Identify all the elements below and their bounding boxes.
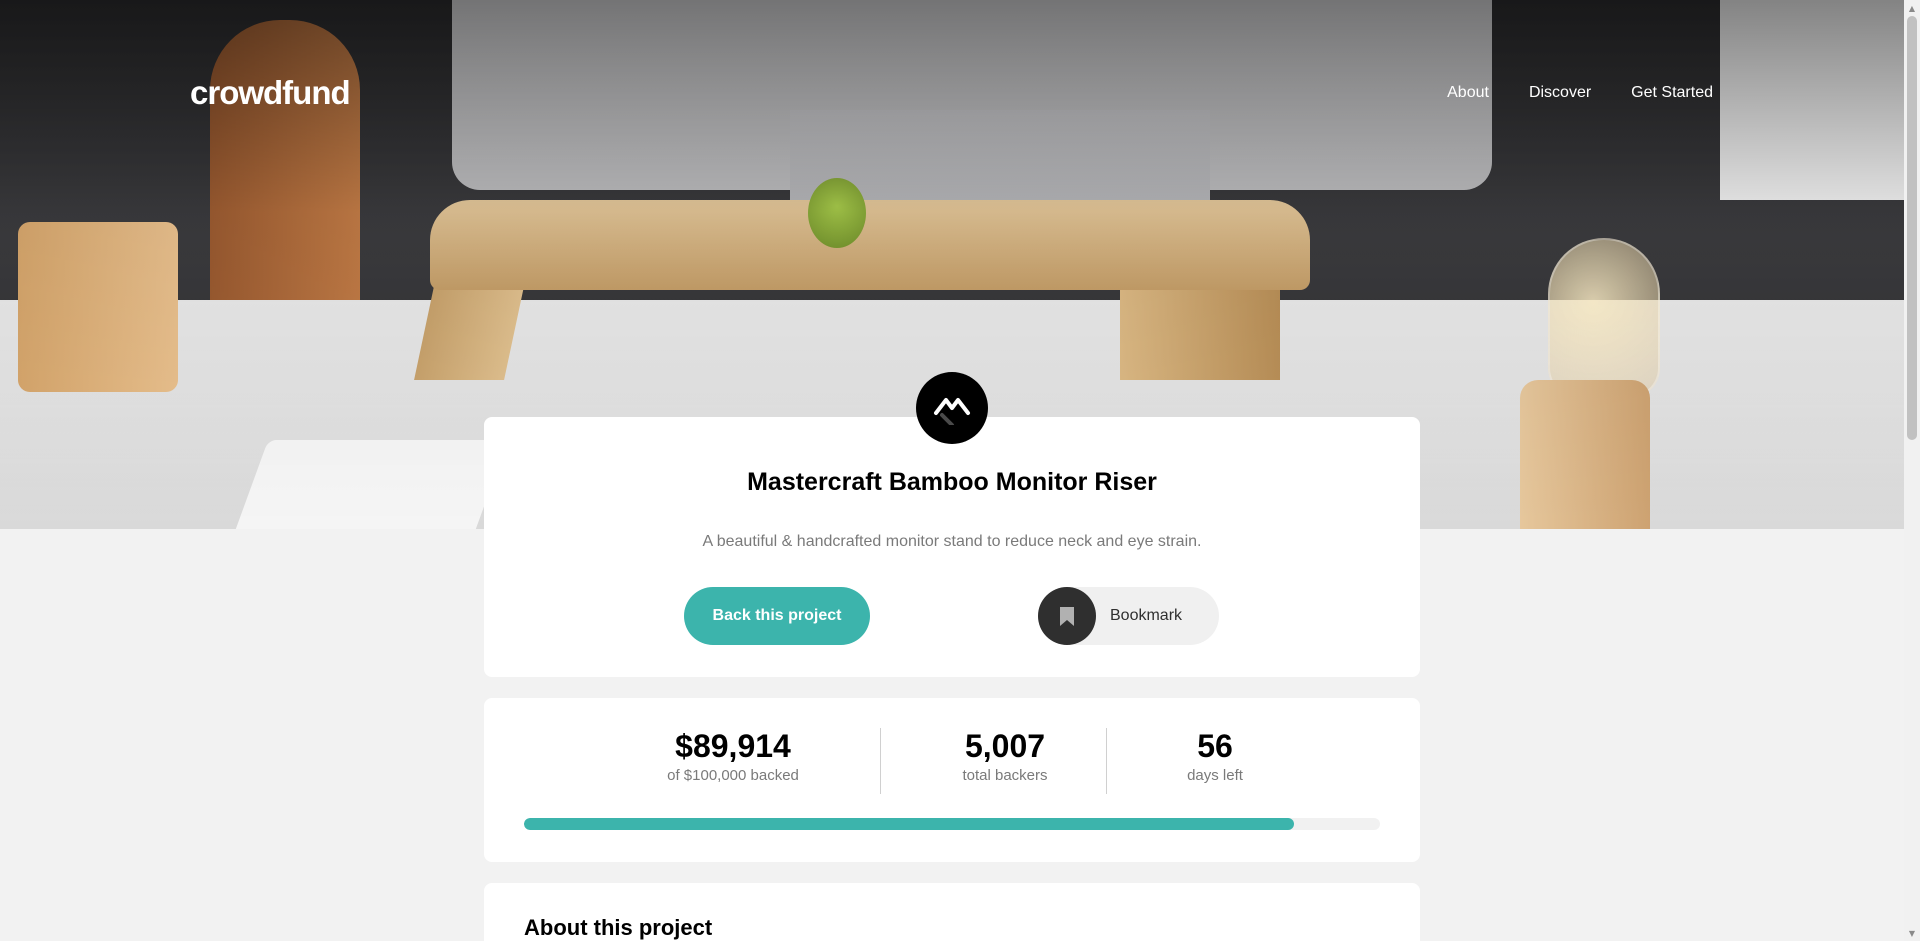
- bookmark-label: Bookmark: [1110, 607, 1183, 624]
- project-title: Mastercraft Bamboo Monitor Riser: [747, 468, 1157, 496]
- stat-divider: [880, 728, 881, 794]
- funding-progress-fill: [524, 818, 1294, 830]
- about-title: About this project: [524, 915, 713, 940]
- nav-link-about[interactable]: About: [1447, 84, 1489, 102]
- site-logo[interactable]: crowdfund: [190, 74, 351, 112]
- project-description: A beautiful & handcrafted monitor stand …: [702, 533, 1202, 550]
- about-project-card: About this project: [484, 883, 1420, 941]
- bookmark-icon: [1038, 587, 1096, 645]
- bookmark-button[interactable]: Bookmark: [1038, 587, 1219, 645]
- funding-progress-bar: [524, 818, 1380, 830]
- days-label: days left: [1187, 767, 1243, 784]
- backed-amount: $89,914: [675, 728, 791, 764]
- stat-divider: [1106, 728, 1107, 794]
- back-project-button[interactable]: Back this project: [684, 587, 870, 645]
- project-stats-card: $89,914 of $100,000 backed 5,007 total b…: [484, 698, 1420, 862]
- main-nav: About Discover Get Started: [1447, 84, 1713, 102]
- scroll-down-arrow-icon[interactable]: ▼: [1904, 925, 1920, 941]
- backers-count: 5,007: [964, 728, 1046, 764]
- scrollbar-thumb[interactable]: [1907, 16, 1917, 440]
- nav-link-get-started[interactable]: Get Started: [1631, 84, 1713, 102]
- page-scrollbar[interactable]: ▲ ▼: [1904, 0, 1920, 941]
- backers-label: total backers: [962, 767, 1048, 784]
- stat-backed: $89,914 of $100,000 backed: [658, 698, 808, 784]
- nav-link-discover[interactable]: Discover: [1529, 84, 1591, 102]
- stat-days: 56 days left: [1140, 698, 1290, 784]
- scroll-up-arrow-icon[interactable]: ▲: [1904, 0, 1920, 16]
- project-intro-card: Mastercraft Bamboo Monitor Riser A beaut…: [484, 417, 1420, 677]
- backed-label: of $100,000 backed: [667, 767, 799, 784]
- stat-backers: 5,007 total backers: [930, 698, 1080, 784]
- mastercraft-logo-icon: [916, 372, 988, 444]
- days-left: 56: [1197, 728, 1233, 764]
